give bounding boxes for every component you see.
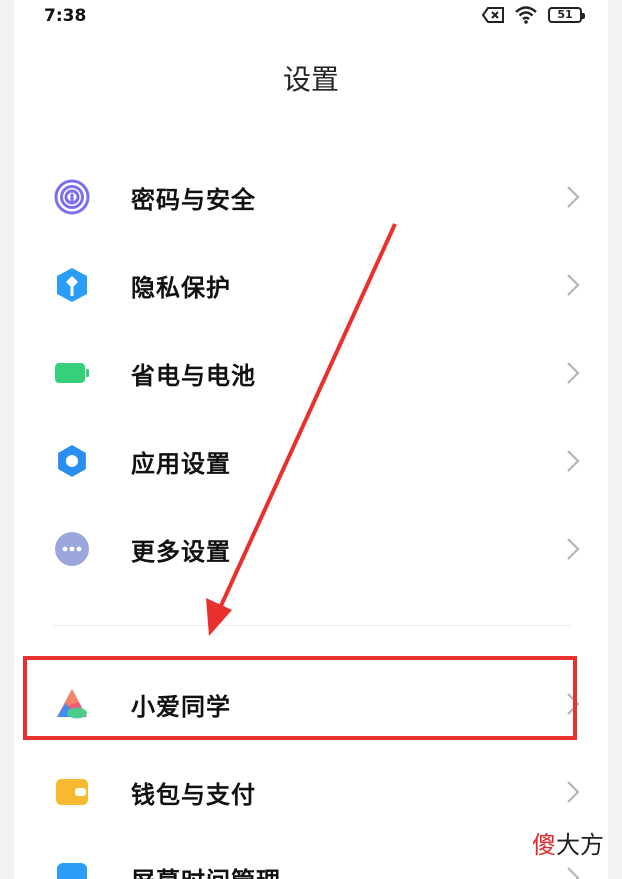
annotation-arrow (206, 223, 397, 636)
watermark: 傻大方 (532, 825, 604, 860)
watermark-char: 傻 (532, 831, 556, 859)
watermark-text: 大方 (556, 831, 604, 859)
